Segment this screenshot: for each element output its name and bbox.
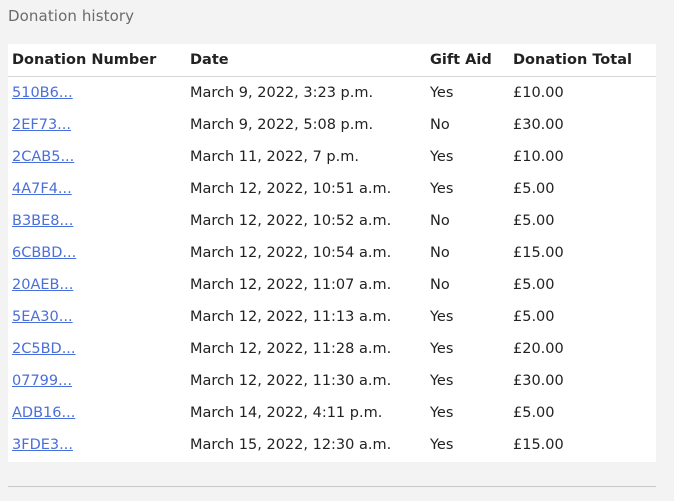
donation-history-table: Donation Number Date Gift Aid Donation T…: [8, 44, 656, 461]
gift-aid-value: Yes: [430, 181, 454, 197]
donation-date: March 12, 2022, 11:07 a.m.: [190, 277, 392, 293]
donation-total: £10.00: [513, 149, 564, 165]
donation-number-link[interactable]: 2CAB5...: [12, 149, 74, 165]
donation-total: £30.00: [513, 117, 564, 133]
donation-date: March 15, 2022, 12:30 a.m.: [190, 437, 392, 453]
donation-total: £5.00: [513, 309, 555, 325]
gift-aid-value: Yes: [430, 405, 454, 421]
table-header-row: Donation Number Date Gift Aid Donation T…: [8, 44, 656, 77]
donation-number-link[interactable]: 510B6...: [12, 85, 73, 101]
donation-date: March 11, 2022, 7 p.m.: [190, 149, 359, 165]
column-header-gift-aid: Gift Aid: [426, 44, 509, 77]
donation-date: March 12, 2022, 11:28 a.m.: [190, 341, 392, 357]
table-row: 2C5BD... March 12, 2022, 11:28 a.m. Yes …: [8, 333, 656, 365]
column-header-donation-total: Donation Total: [509, 44, 656, 77]
gift-aid-value: Yes: [430, 85, 454, 101]
column-header-date: Date: [186, 44, 426, 77]
donation-date: March 12, 2022, 10:51 a.m.: [190, 181, 392, 197]
table-row: 4A7F4... March 12, 2022, 10:51 a.m. Yes …: [8, 173, 656, 205]
donation-number-link[interactable]: 3FDE3...: [12, 437, 73, 453]
donation-history-table-card: Donation Number Date Gift Aid Donation T…: [8, 44, 656, 462]
donation-total: £15.00: [513, 245, 564, 261]
table-row: 3FDE3... March 15, 2022, 12:30 a.m. Yes …: [8, 429, 656, 461]
gift-aid-value: No: [430, 245, 450, 261]
table-row: 20AEB... March 12, 2022, 11:07 a.m. No £…: [8, 269, 656, 301]
donation-number-link[interactable]: 20AEB...: [12, 277, 73, 293]
donation-date: March 14, 2022, 4:11 p.m.: [190, 405, 383, 421]
table-row: 6CBBD... March 12, 2022, 10:54 a.m. No £…: [8, 237, 656, 269]
donation-date: March 9, 2022, 3:23 p.m.: [190, 85, 374, 101]
table-row: B3BE8... March 12, 2022, 10:52 a.m. No £…: [8, 205, 656, 237]
donation-number-link[interactable]: 2C5BD...: [12, 341, 76, 357]
donation-total: £5.00: [513, 213, 555, 229]
gift-aid-value: Yes: [430, 309, 454, 325]
gift-aid-value: No: [430, 213, 450, 229]
table-row: 510B6... March 9, 2022, 3:23 p.m. Yes £1…: [8, 77, 656, 110]
donation-total: £5.00: [513, 405, 555, 421]
table-row: 2CAB5... March 11, 2022, 7 p.m. Yes £10.…: [8, 141, 656, 173]
gift-aid-value: Yes: [430, 373, 454, 389]
donation-total: £20.00: [513, 341, 564, 357]
table-row: 07799... March 12, 2022, 11:30 a.m. Yes …: [8, 365, 656, 397]
page-title: Donation history: [8, 7, 135, 25]
gift-aid-value: No: [430, 277, 450, 293]
donation-date: March 12, 2022, 10:52 a.m.: [190, 213, 392, 229]
donation-total: £10.00: [513, 85, 564, 101]
donation-number-link[interactable]: B3BE8...: [12, 213, 73, 229]
page-divider: [8, 486, 656, 487]
donation-number-link[interactable]: 6CBBD...: [12, 245, 76, 261]
donation-number-link[interactable]: 07799...: [12, 373, 72, 389]
donation-date: March 12, 2022, 11:30 a.m.: [190, 373, 392, 389]
donation-total: £5.00: [513, 277, 555, 293]
donation-total: £30.00: [513, 373, 564, 389]
donation-number-link[interactable]: 5EA30...: [12, 309, 73, 325]
gift-aid-value: Yes: [430, 437, 454, 453]
table-row: ADB16... March 14, 2022, 4:11 p.m. Yes £…: [8, 397, 656, 429]
gift-aid-value: Yes: [430, 149, 454, 165]
column-header-donation-number: Donation Number: [8, 44, 186, 77]
donation-number-link[interactable]: ADB16...: [12, 405, 75, 421]
table-row: 2EF73... March 9, 2022, 5:08 p.m. No £30…: [8, 109, 656, 141]
donation-total: £15.00: [513, 437, 564, 453]
donation-total: £5.00: [513, 181, 555, 197]
donation-number-link[interactable]: 2EF73...: [12, 117, 71, 133]
donation-date: March 12, 2022, 11:13 a.m.: [190, 309, 392, 325]
gift-aid-value: Yes: [430, 341, 454, 357]
donation-date: March 9, 2022, 5:08 p.m.: [190, 117, 374, 133]
table-row: 5EA30... March 12, 2022, 11:13 a.m. Yes …: [8, 301, 656, 333]
donation-number-link[interactable]: 4A7F4...: [12, 181, 72, 197]
donation-date: March 12, 2022, 10:54 a.m.: [190, 245, 392, 261]
gift-aid-value: No: [430, 117, 450, 133]
